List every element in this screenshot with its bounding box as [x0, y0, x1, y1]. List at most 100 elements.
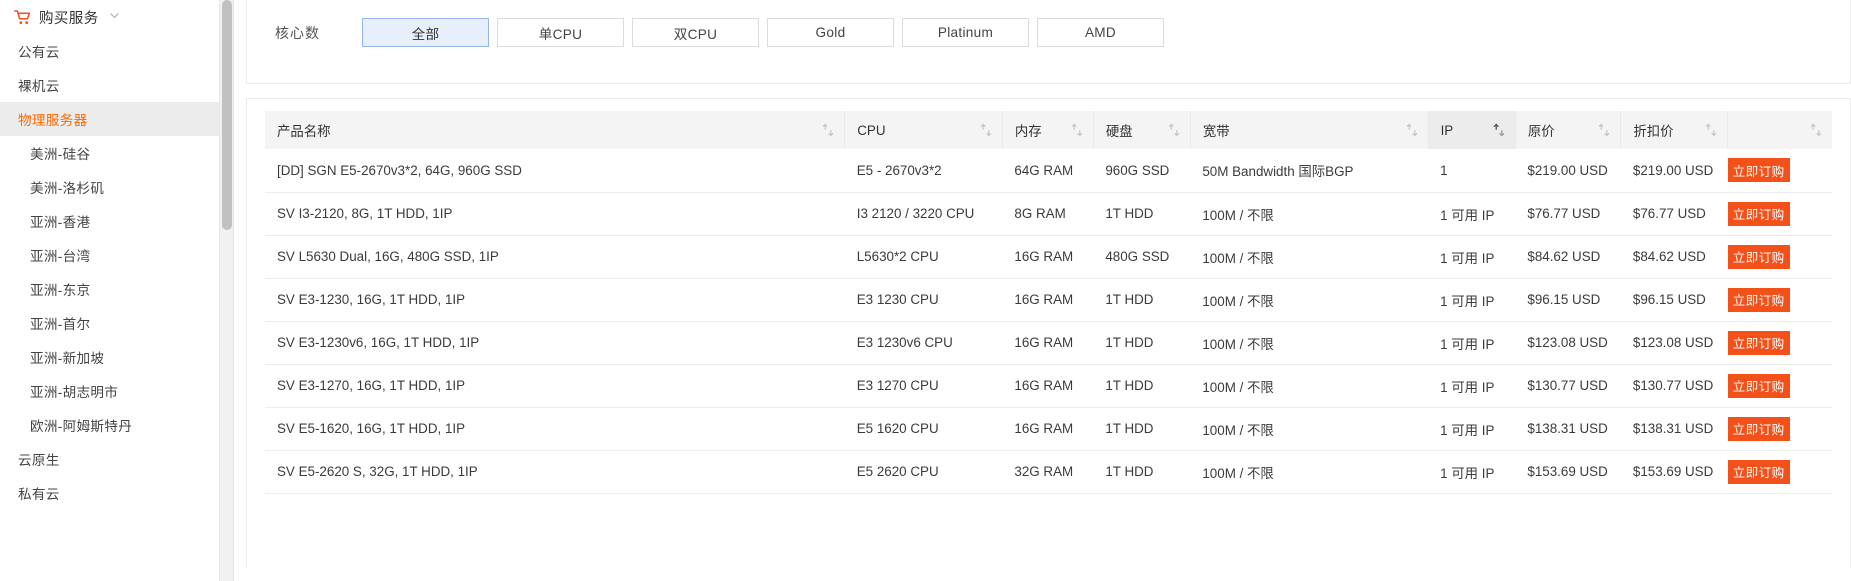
sidebar-item-label: 亚洲-台湾 — [30, 249, 91, 264]
sort-icon[interactable] — [1160, 123, 1180, 137]
table-row[interactable]: SV E3-1230v6, 16G, 1T HDD, 1IP E3 1230v6 … — [265, 321, 1832, 365]
cell-ip: 1 可用 IP — [1428, 192, 1516, 236]
sidebar-item-label: 公有云 — [18, 45, 60, 60]
order-now-button[interactable]: 立即订购 — [1727, 459, 1790, 484]
sort-icon[interactable] — [1063, 123, 1083, 137]
column-header-0[interactable]: 产品名称 — [265, 111, 846, 149]
main-content: 核心数 全部 单CPU 双CPU Gold Platinum AMD 产品名称 … — [234, 0, 1851, 581]
sidebar-item-12[interactable]: 云原生 — [0, 442, 219, 476]
order-now-button[interactable]: 立即订购 — [1727, 330, 1790, 355]
cell-ip: 1 可用 IP — [1428, 364, 1516, 408]
sidebar-item-6[interactable]: 亚洲-台湾 — [0, 238, 219, 272]
cell-cpu: E5 1620 CPU — [844, 407, 1003, 451]
table-row[interactable]: SV I3-2120, 8G, 1T HDD, 1IP I3 2120 / 322… — [265, 192, 1832, 236]
sort-icon[interactable] — [972, 123, 992, 137]
core-count-filter-row: 核心数 全部 单CPU 双CPU Gold Platinum AMD — [247, 0, 1172, 47]
page-scrollbar-thumb[interactable] — [222, 0, 232, 230]
page-scrollbar[interactable] — [220, 0, 234, 581]
column-header-8[interactable] — [1727, 111, 1832, 149]
sidebar-item-5[interactable]: 亚洲-香港 — [0, 204, 219, 238]
column-header-1[interactable]: CPU — [844, 111, 1003, 149]
order-now-button[interactable]: 立即订购 — [1727, 158, 1790, 183]
column-header-4[interactable]: 宽带 — [1190, 111, 1429, 149]
core-count-options: 全部 单CPU 双CPU Gold Platinum AMD — [362, 18, 1172, 47]
column-header-5[interactable]: IP — [1428, 111, 1516, 149]
order-now-button[interactable]: 立即订购 — [1727, 201, 1790, 226]
filter-chip-3[interactable]: Gold — [767, 18, 894, 47]
sidebar: 购买服务 公有云裸机云 物理服务器美洲-硅谷美洲-洛杉矶 亚洲-香港亚洲-台湾亚洲-… — [0, 0, 220, 581]
sidebar-item-label: 美洲-硅谷 — [30, 147, 91, 162]
sidebar-item-9[interactable]: 亚洲-新加坡 — [0, 340, 219, 374]
table-row[interactable]: SV E5-2620 S, 32G, 1T HDD, 1IP E5 2620 CP… — [265, 450, 1832, 494]
column-header-3[interactable]: 硬盘 — [1093, 111, 1191, 149]
cell-price: $130.77 USD — [1515, 364, 1621, 408]
column-header-label: 宽带 — [1202, 124, 1230, 139]
sort-icon[interactable] — [1590, 123, 1610, 137]
cell-action: 立即订购 — [1727, 192, 1832, 236]
sort-icon[interactable] — [1485, 123, 1505, 137]
table-row[interactable]: [DD] SGN E5-2670v3*2, 64G, 960G SSD E5 - … — [265, 149, 1832, 193]
sort-icon[interactable] — [1802, 123, 1822, 137]
cell-discount-price: $130.77 USD — [1620, 364, 1728, 408]
cell-cpu: I3 2120 / 3220 CPU — [844, 192, 1003, 236]
sort-icon[interactable] — [1697, 123, 1717, 137]
sidebar-item-3[interactable]: 美洲-硅谷 — [0, 136, 219, 170]
column-header-6[interactable]: 原价 — [1515, 111, 1622, 149]
sidebar-item-4[interactable]: 美洲-洛杉矶 — [0, 170, 219, 204]
column-header-7[interactable]: 折扣价 — [1620, 111, 1729, 149]
cell-ip: 1 可用 IP — [1428, 235, 1516, 279]
chevron-down-icon[interactable] — [107, 8, 120, 26]
sidebar-item-10[interactable]: 亚洲-胡志明市 — [0, 374, 219, 408]
cell-bandwidth: 100M / 不限 — [1190, 407, 1429, 451]
cell-bandwidth: 100M / 不限 — [1190, 450, 1429, 494]
filter-chip-0[interactable]: 全部 — [362, 18, 489, 47]
filter-panel: 核心数 全部 单CPU 双CPU Gold Platinum AMD — [246, 0, 1851, 84]
sidebar-header[interactable]: 购买服务 — [0, 0, 219, 34]
sidebar-item-7[interactable]: 亚洲-东京 — [0, 272, 219, 306]
column-header-label: 硬盘 — [1105, 124, 1133, 139]
cell-price: $219.00 USD — [1515, 149, 1621, 193]
table-row[interactable]: SV L5630 Dual, 16G, 480G SSD, 1IP L5630*2… — [265, 235, 1832, 279]
cell-action: 立即订购 — [1727, 364, 1832, 408]
cell-ip: 1 可用 IP — [1428, 321, 1516, 365]
cell-disk: 1T HDD — [1093, 450, 1191, 494]
sidebar-item-8[interactable]: 亚洲-首尔 — [0, 306, 219, 340]
order-now-button[interactable]: 立即订购 — [1727, 244, 1790, 269]
filter-chip-5[interactable]: AMD — [1037, 18, 1164, 47]
column-header-label: CPU — [857, 122, 886, 138]
order-now-button[interactable]: 立即订购 — [1727, 416, 1790, 441]
table-row[interactable]: SV E3-1270, 16G, 1T HDD, 1IP E3 1270 CPU 1… — [265, 364, 1832, 408]
filter-chip-2[interactable]: 双CPU — [632, 18, 759, 47]
order-now-button[interactable]: 立即订购 — [1727, 373, 1790, 398]
table-row[interactable]: SV E5-1620, 16G, 1T HDD, 1IP E5 1620 CPU 1… — [265, 407, 1832, 451]
cell-cpu: E5 - 2670v3*2 — [844, 149, 1003, 193]
sort-icon[interactable] — [814, 123, 834, 137]
filter-chip-1[interactable]: 单CPU — [497, 18, 624, 47]
cell-bandwidth: 50M Bandwidth 国际BGP — [1190, 149, 1429, 193]
cell-discount-price: $84.62 USD — [1620, 235, 1728, 279]
sidebar-item-label: 亚洲-东京 — [30, 283, 91, 298]
cell-price: $76.77 USD — [1515, 192, 1621, 236]
core-count-filter-label: 核心数 — [275, 24, 320, 41]
cell-bandwidth: 100M / 不限 — [1190, 364, 1429, 408]
sort-icon[interactable] — [1398, 123, 1418, 137]
cell-product-name: [DD] SGN E5-2670v3*2, 64G, 960G SSD — [265, 149, 845, 193]
cell-disk: 1T HDD — [1093, 278, 1191, 322]
sidebar-item-13[interactable]: 私有云 — [0, 476, 219, 510]
table-row[interactable]: SV E3-1230, 16G, 1T HDD, 1IP E3 1230 CPU 1… — [265, 278, 1832, 322]
cell-discount-price: $123.08 USD — [1620, 321, 1728, 365]
product-table-card: 产品名称 CPU 内存 硬盘 宽带 IP 原价 折扣价 [DD] SGN E5-2670v3*… — [246, 98, 1851, 568]
order-now-button[interactable]: 立即订购 — [1727, 287, 1790, 312]
cell-ip: 1 可用 IP — [1428, 278, 1516, 322]
cell-product-name: SV E3-1270, 16G, 1T HDD, 1IP — [265, 364, 845, 408]
sidebar-item-0[interactable]: 公有云 — [0, 34, 219, 68]
sidebar-item-1[interactable]: 裸机云 — [0, 68, 219, 102]
filter-chip-4[interactable]: Platinum — [902, 18, 1029, 47]
cell-price: $153.69 USD — [1515, 450, 1621, 494]
sidebar-item-2[interactable]: 物理服务器 — [0, 102, 219, 136]
sidebar-item-label: 私有云 — [18, 487, 60, 502]
cell-bandwidth: 100M / 不限 — [1190, 235, 1429, 279]
column-header-2[interactable]: 内存 — [1002, 111, 1094, 149]
cell-disk: 1T HDD — [1093, 364, 1191, 408]
sidebar-item-11[interactable]: 欧洲-阿姆斯特丹 — [0, 408, 219, 442]
